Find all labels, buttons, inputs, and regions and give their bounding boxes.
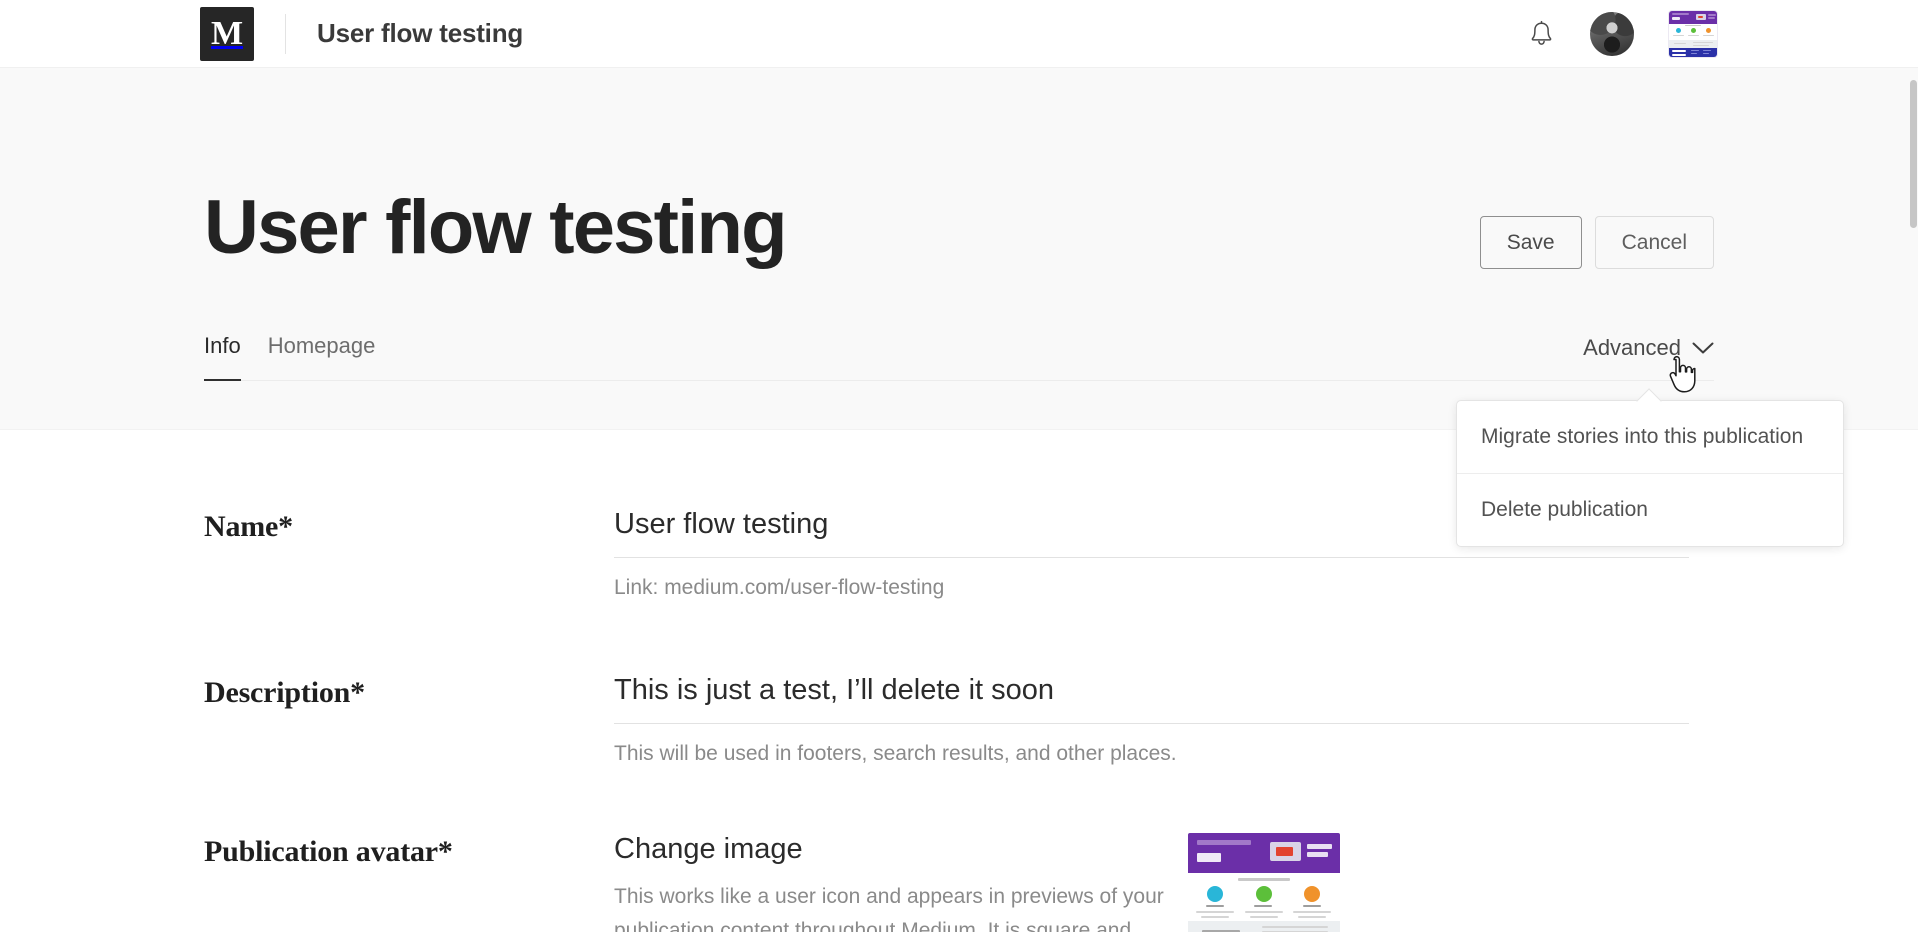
field-description: Description* This is just a test, I’ll d… bbox=[204, 674, 1714, 768]
cancel-button[interactable]: Cancel bbox=[1594, 216, 1714, 269]
page-scrollbar[interactable] bbox=[1909, 0, 1918, 932]
thumb-nav-gray-line2 bbox=[1693, 42, 1713, 43]
field-avatar-body: Change image This works like a user icon… bbox=[614, 833, 1714, 932]
thumb-nav-circle-3 bbox=[1706, 28, 1711, 33]
menu-item-delete-publication[interactable]: Delete publication bbox=[1457, 473, 1843, 546]
preview-header bbox=[1188, 832, 1340, 873]
thumb-nav-gray-line bbox=[1674, 43, 1686, 44]
tabs-rule bbox=[204, 380, 1714, 381]
tab-homepage[interactable]: Homepage bbox=[268, 333, 376, 381]
field-description-body: This is just a test, I’ll delete it soon… bbox=[614, 674, 1714, 768]
field-avatar-label: Publication avatar* bbox=[204, 834, 453, 868]
change-image-button[interactable]: Change image bbox=[614, 833, 803, 866]
description-input[interactable]: This is just a test, I’ll delete it soon bbox=[614, 674, 1689, 725]
preview-hdr-red bbox=[1276, 846, 1293, 856]
advanced-dropdown-menu: Migrate stories into this publication De… bbox=[1456, 400, 1844, 547]
nav-divider bbox=[285, 13, 286, 54]
preview-hdr-title bbox=[1197, 839, 1251, 845]
title-actions: Save Cancel bbox=[1479, 216, 1714, 269]
notifications-button[interactable] bbox=[1526, 18, 1556, 50]
preview-body-2 bbox=[1245, 910, 1283, 913]
preview-circle-2 bbox=[1256, 885, 1272, 902]
medium-logo-letter: M bbox=[210, 14, 244, 52]
save-button[interactable]: Save bbox=[1479, 216, 1582, 269]
field-description-label: Description* bbox=[204, 676, 365, 710]
thumb-nav-f-l2 bbox=[1691, 53, 1697, 54]
thumb-nav-hdr-btn bbox=[1672, 17, 1680, 20]
header-inner: User flow testing Save Cancel Info Homep… bbox=[204, 68, 1714, 429]
preview-hdr-btn bbox=[1197, 852, 1221, 862]
description-hint: This will be used in footers, search res… bbox=[614, 742, 1177, 766]
field-publication-avatar: Publication avatar* Change image This wo… bbox=[204, 832, 1714, 932]
preview-hdr-logo2 bbox=[1307, 851, 1328, 857]
name-link-hint: Link: medium.com/user-flow-testing bbox=[614, 576, 945, 599]
preview-body-6 bbox=[1298, 915, 1326, 918]
thumb-nav-f-l1 bbox=[1691, 50, 1699, 51]
thumb-nav-gray bbox=[1669, 40, 1717, 48]
nav-right-group bbox=[1526, 0, 1718, 68]
preview-body-4 bbox=[1201, 915, 1229, 918]
tab-list: Info Homepage bbox=[204, 333, 375, 381]
thumb-nav-line-2 bbox=[1688, 35, 1699, 36]
top-navigation-bar: M User flow testing bbox=[0, 0, 1918, 68]
preview-cap-3 bbox=[1303, 904, 1321, 907]
publication-avatar-preview[interactable] bbox=[1188, 832, 1340, 932]
advanced-label: Advanced bbox=[1583, 335, 1681, 360]
thumb-nav-hdr-red bbox=[1698, 16, 1703, 18]
preview-hdr-logo1 bbox=[1307, 843, 1332, 849]
preview-gray-section bbox=[1188, 920, 1340, 932]
preview-circle-3 bbox=[1304, 885, 1320, 902]
page-header-band: User flow testing Save Cancel Info Homep… bbox=[0, 68, 1918, 430]
thumb-nav-hdr-logo1 bbox=[1708, 14, 1716, 16]
preview-cap-1 bbox=[1206, 904, 1224, 907]
preview-cap-2 bbox=[1254, 904, 1272, 907]
preview-gray-l1 bbox=[1262, 925, 1328, 928]
thumb-nav-hdr-logo2 bbox=[1708, 17, 1715, 19]
preview-circle-1 bbox=[1207, 885, 1223, 902]
thumb-nav-f-l3 bbox=[1703, 50, 1711, 51]
preview-features bbox=[1188, 872, 1340, 921]
chevron-down-icon bbox=[1692, 342, 1714, 353]
preview-body-5 bbox=[1250, 915, 1278, 918]
thumb-nav-footer bbox=[1669, 48, 1717, 57]
thumb-nav-features bbox=[1669, 24, 1717, 40]
thumb-nav-f-input1 bbox=[1672, 50, 1686, 52]
avatar-description: This works like a user icon and appears … bbox=[614, 884, 1164, 932]
medium-logo[interactable]: M bbox=[200, 6, 254, 61]
advanced-dropdown-trigger[interactable]: Advanced bbox=[1583, 335, 1714, 361]
thumb-nav-f-l4 bbox=[1703, 53, 1709, 54]
menu-item-migrate-stories[interactable]: Migrate stories into this publication bbox=[1457, 401, 1843, 473]
thumb-nav-f-input2 bbox=[1672, 54, 1686, 56]
preview-body-1 bbox=[1196, 910, 1234, 913]
thumb-nav-hdr-title bbox=[1672, 13, 1689, 15]
thumb-nav-circle-2 bbox=[1691, 28, 1696, 33]
tabs-row: Info Homepage Advanced bbox=[204, 325, 1714, 381]
scrollbar-thumb[interactable] bbox=[1910, 80, 1917, 228]
thumb-nav-line-1 bbox=[1673, 35, 1684, 36]
thumb-nav-line-3 bbox=[1703, 35, 1714, 36]
page-title: User flow testing bbox=[204, 185, 788, 270]
thumb-nav-gray-line3 bbox=[1693, 45, 1709, 46]
bell-icon bbox=[1531, 20, 1551, 45]
thumb-nav-header bbox=[1669, 11, 1717, 24]
field-name-label: Name* bbox=[204, 510, 293, 543]
user-avatar-photo bbox=[1590, 12, 1634, 56]
thumb-nav-sec-title bbox=[1685, 25, 1701, 26]
preview-section-title bbox=[1238, 877, 1290, 881]
publication-thumbnail[interactable] bbox=[1668, 10, 1718, 58]
nav-left-group: M User flow testing bbox=[200, 6, 524, 61]
preview-body-3 bbox=[1293, 910, 1331, 913]
nav-publication-title: User flow testing bbox=[317, 18, 524, 48]
thumb-nav-circle-1 bbox=[1676, 28, 1681, 33]
user-avatar[interactable] bbox=[1590, 12, 1634, 56]
tab-info[interactable]: Info bbox=[204, 333, 241, 381]
